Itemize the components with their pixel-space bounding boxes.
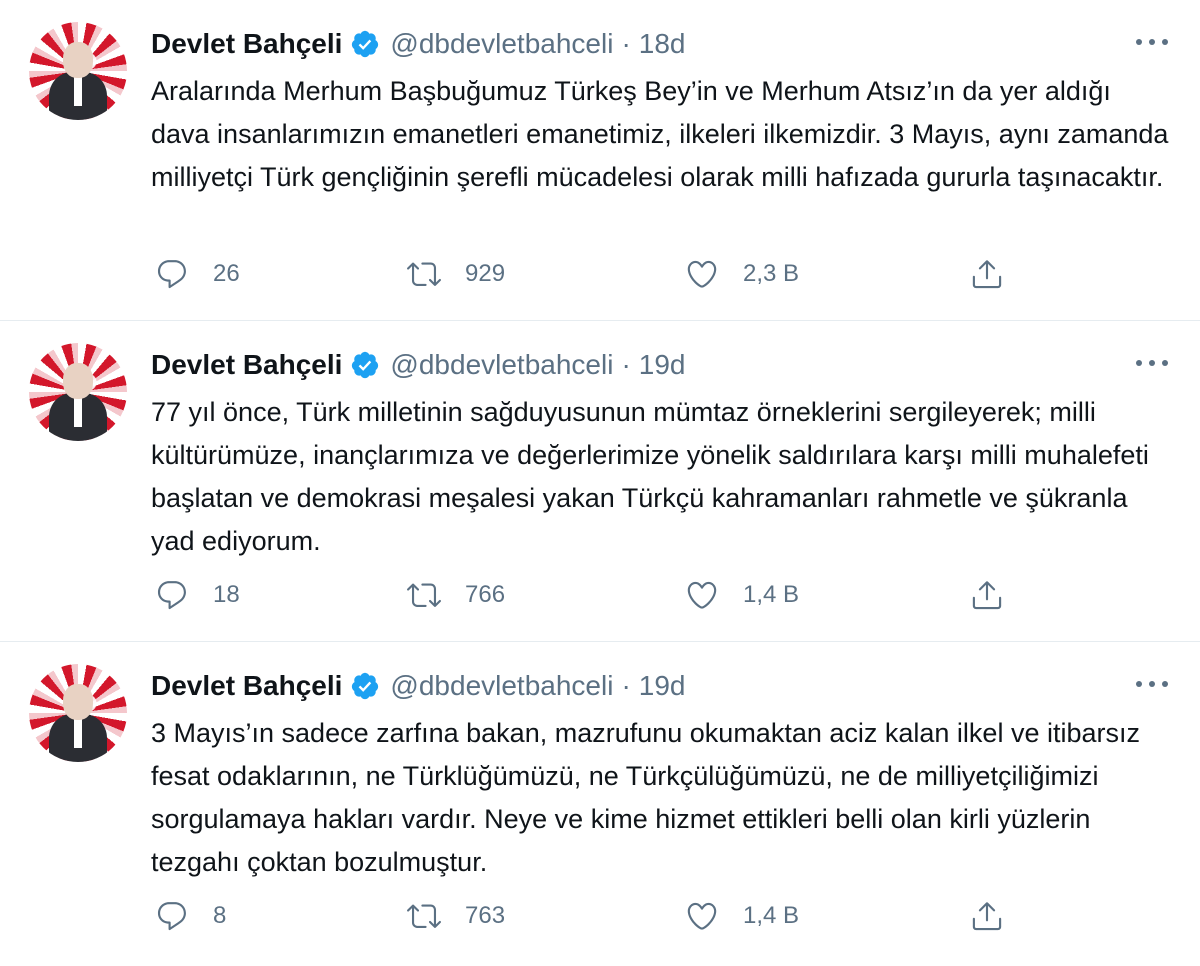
author-name[interactable]: Devlet Bahçeli	[151, 349, 342, 381]
tweet[interactable]: Devlet Bahçeli @dbdevletbahceli · 18d Ar…	[0, 0, 1200, 321]
like-icon	[687, 260, 717, 288]
reply-count: 26	[213, 260, 240, 287]
reply-icon	[157, 902, 186, 931]
share-button[interactable]	[970, 896, 1004, 936]
reply-button[interactable]: 8	[155, 896, 226, 936]
reply-icon	[157, 260, 186, 289]
like-icon	[687, 902, 717, 930]
share-icon	[972, 902, 1002, 931]
share-button[interactable]	[970, 575, 1004, 615]
tweet-feed: Devlet Bahçeli @dbdevletbahceli · 18d Ar…	[0, 0, 1200, 966]
retweet-count: 766	[465, 581, 506, 608]
retweet-count: 763	[465, 902, 506, 929]
retweet-button[interactable]: 929	[407, 254, 505, 294]
avatar[interactable]	[29, 22, 127, 120]
tweet-timestamp[interactable]: 18d	[639, 28, 686, 60]
retweet-icon	[407, 904, 441, 928]
share-button[interactable]	[970, 254, 1004, 294]
avatar-figure-face	[63, 684, 93, 720]
retweet-icon	[407, 583, 441, 607]
reply-button[interactable]: 18	[155, 575, 240, 615]
author-handle[interactable]: @dbdevletbahceli	[390, 28, 613, 60]
like-button[interactable]: 1,4 B	[685, 896, 799, 936]
more-options-icon[interactable]	[1136, 34, 1168, 50]
more-options-icon[interactable]	[1136, 676, 1168, 692]
like-count: 1,4 B	[743, 581, 800, 608]
tweet-header: Devlet Bahçeli @dbdevletbahceli · 19d	[151, 347, 685, 383]
tweet-timestamp[interactable]: 19d	[639, 349, 686, 381]
tweet-actions: 26 929 2,3 B	[155, 254, 1035, 294]
like-count: 2,3 B	[743, 260, 800, 287]
avatar[interactable]	[29, 343, 127, 441]
tweet-timestamp[interactable]: 19d	[639, 670, 686, 702]
tweet[interactable]: Devlet Bahçeli @dbdevletbahceli · 19d 77…	[0, 321, 1200, 642]
tweet-actions: 8 763 1,4 B	[155, 896, 1035, 936]
reply-button[interactable]: 26	[155, 254, 240, 294]
avatar-figure-face	[63, 42, 93, 78]
avatar-figure-shirt	[74, 397, 82, 427]
tweet-actions: 18 766 1,4 B	[155, 575, 1035, 615]
tweet-text: 3 Mayıs’ın sadece zarfına bakan, mazrufu…	[151, 718, 1148, 877]
author-handle[interactable]: @dbdevletbahceli	[390, 349, 613, 381]
header-separator: ·	[621, 28, 631, 59]
like-button[interactable]: 1,4 B	[685, 575, 799, 615]
header-separator: ·	[621, 349, 631, 380]
header-separator: ·	[621, 670, 631, 701]
retweet-icon	[407, 262, 441, 286]
reply-icon	[157, 581, 186, 610]
reply-count: 18	[213, 581, 240, 608]
retweet-button[interactable]: 766	[407, 575, 505, 615]
tweet-header: Devlet Bahçeli @dbdevletbahceli · 18d	[151, 26, 685, 62]
verified-badge-icon	[352, 351, 379, 379]
avatar-figure-face	[63, 363, 93, 399]
tweet-text: 77 yıl önce, Türk milletinin sağduyusunu…	[151, 397, 1157, 556]
author-name[interactable]: Devlet Bahçeli	[151, 670, 342, 702]
share-icon	[972, 260, 1002, 289]
share-icon	[972, 581, 1002, 610]
avatar[interactable]	[29, 664, 127, 762]
more-options-icon[interactable]	[1136, 355, 1168, 371]
author-handle[interactable]: @dbdevletbahceli	[390, 670, 613, 702]
verified-badge-icon	[352, 30, 379, 58]
like-icon	[687, 581, 717, 609]
author-name[interactable]: Devlet Bahçeli	[151, 28, 342, 60]
avatar-figure-shirt	[74, 76, 82, 106]
tweet-header: Devlet Bahçeli @dbdevletbahceli · 19d	[151, 668, 685, 704]
tweet-text: Aralarında Merhum Başbuğumuz Türkeş Bey’…	[151, 76, 1176, 192]
verified-badge-icon	[352, 672, 379, 700]
tweet[interactable]: Devlet Bahçeli @dbdevletbahceli · 19d 3 …	[0, 642, 1200, 966]
retweet-button[interactable]: 763	[407, 896, 505, 936]
avatar-figure-shirt	[74, 718, 82, 748]
reply-count: 8	[213, 902, 227, 929]
like-count: 1,4 B	[743, 902, 800, 929]
retweet-count: 929	[465, 260, 506, 287]
like-button[interactable]: 2,3 B	[685, 254, 799, 294]
